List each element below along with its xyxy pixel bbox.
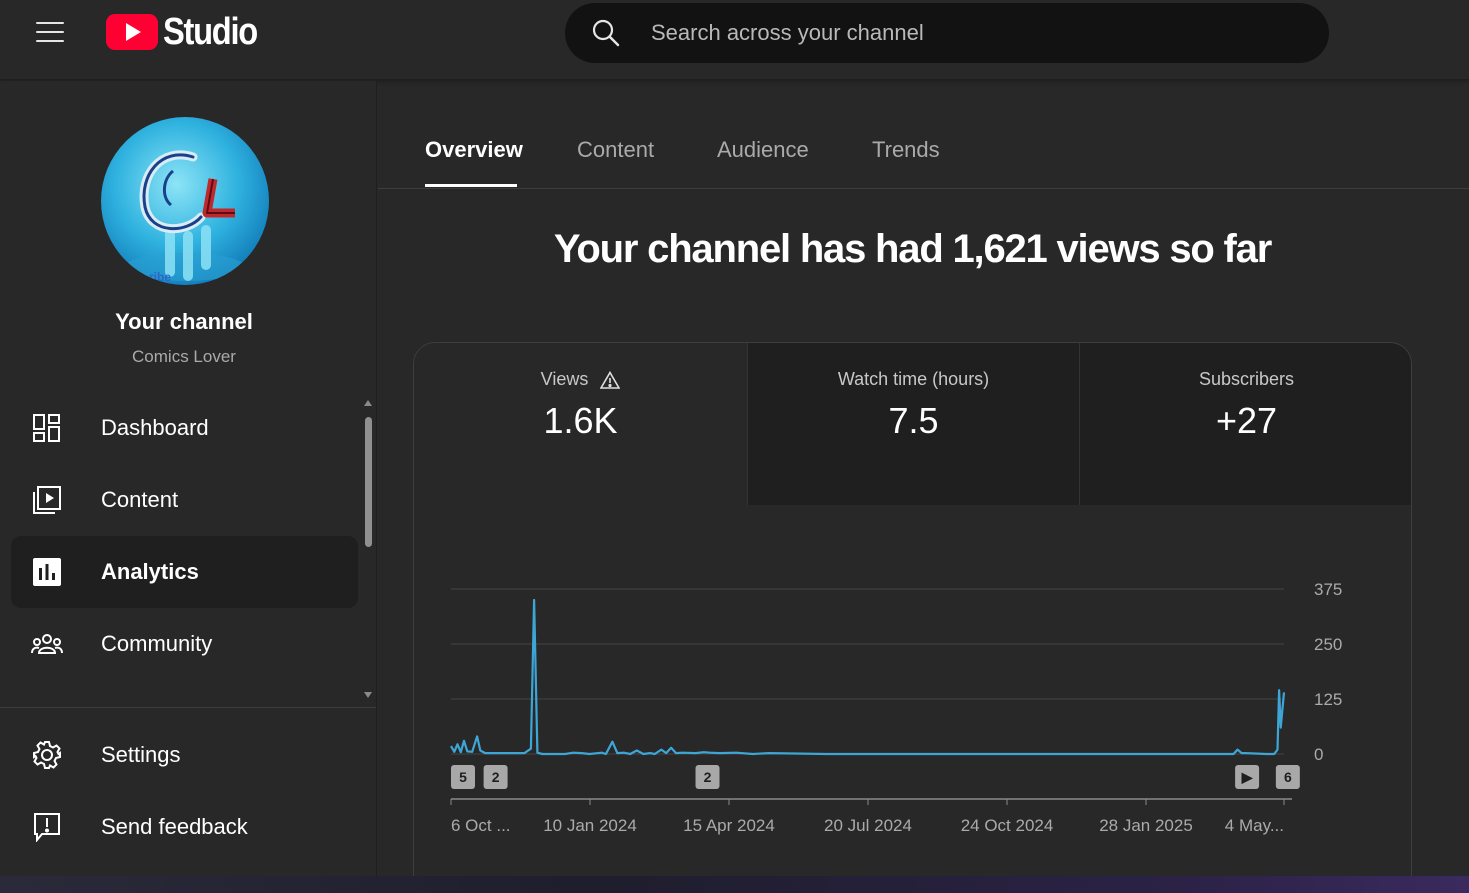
top-bar: Studio [0, 0, 1469, 80]
scroll-up-arrow[interactable] [364, 400, 372, 406]
annotation-marker[interactable]: 2 [483, 765, 508, 789]
sidebar-item-send-feedback[interactable]: Send feedback [11, 791, 358, 863]
gear-icon [31, 739, 63, 771]
analytics-tabs: Overview Content Audience Trends [378, 81, 1469, 189]
search-input[interactable] [651, 20, 1251, 46]
x-tick-label: 20 Jul 2024 [824, 816, 912, 835]
x-tick-label: 4 May... [1225, 816, 1284, 835]
y-tick-label: 250 [1314, 635, 1342, 654]
sidebar: ribe Your channel Comics Lover Dashboard… [0, 81, 377, 876]
tab-content[interactable]: Content [577, 137, 654, 163]
channel-avatar-image: ribe [125, 150, 245, 284]
sidebar-item-settings[interactable]: Settings [11, 719, 358, 791]
views-line-chart[interactable]: 375 250 125 0 5 2 2 ▶ 6 6 Oct ... 10 Jan 2024 15 Ap… [414, 343, 1412, 893]
annotation-marker[interactable]: ▶ [1235, 765, 1260, 789]
taskbar-strip [0, 876, 1469, 893]
scroll-down-arrow[interactable] [364, 692, 372, 698]
y-tick-label: 125 [1314, 690, 1342, 709]
sidebar-item-content[interactable]: Content [11, 464, 358, 536]
channel-title: Your channel [115, 309, 253, 334]
channel-name: Comics Lover [132, 347, 236, 366]
sidebar-item-label: Settings [101, 742, 181, 767]
y-tick-label: 375 [1314, 580, 1342, 599]
youtube-logo-icon [106, 14, 158, 50]
tab-trends[interactable]: Trends [872, 137, 940, 163]
marker-label: 5 [459, 769, 467, 785]
dashboard-icon [31, 412, 63, 444]
channel-avatar[interactable]: ribe [101, 117, 269, 285]
sidebar-item-label: Content [101, 487, 179, 512]
sidebar-item-label: Community [101, 631, 213, 656]
menu-icon[interactable] [32, 20, 68, 44]
sidebar-item-label: Send feedback [101, 814, 248, 839]
sidebar-divider [0, 707, 376, 708]
x-tick-label: 28 Jan 2025 [1099, 816, 1193, 835]
content-icon [31, 484, 63, 516]
marker-label: 2 [492, 769, 500, 785]
overview-card: Views 1.6K Watch time (hours) 7.5 Subscr… [413, 342, 1412, 893]
x-tick-label: 24 Oct 2024 [961, 816, 1054, 835]
feedback-icon [31, 811, 63, 843]
sidebar-item-label: Dashboard [101, 415, 209, 440]
sidebar-item-label: Analytics [101, 559, 199, 584]
analytics-icon [31, 556, 63, 588]
marker-label: 6 [1284, 769, 1292, 785]
avatar-caption: ribe [149, 270, 171, 284]
sidebar-item-community[interactable]: Community [11, 608, 358, 680]
tab-audience[interactable]: Audience [717, 137, 809, 163]
sidebar-item-dashboard[interactable]: Dashboard [11, 392, 358, 464]
x-tick-label: 15 Apr 2024 [683, 816, 775, 835]
annotation-marker[interactable]: 6 [1275, 765, 1300, 789]
marker-label: 2 [704, 769, 712, 785]
sidebar-item-analytics[interactable]: Analytics [11, 536, 358, 608]
studio-logo[interactable]: Studio [106, 10, 272, 53]
search-icon[interactable] [591, 18, 621, 48]
active-tab-indicator [425, 184, 517, 187]
x-tick-label: 10 Jan 2024 [543, 816, 637, 835]
studio-app: Studio ribe Your ch [0, 0, 1469, 893]
studio-wordmark: Studio [163, 10, 258, 53]
y-tick-label: 0 [1314, 745, 1323, 764]
x-tick-label: 6 Oct ... [451, 816, 511, 835]
annotation-marker[interactable]: 2 [695, 765, 720, 789]
annotation-marker[interactable]: 5 [451, 765, 475, 789]
tab-overview[interactable]: Overview [425, 137, 523, 163]
sidebar-scrollbar[interactable] [365, 417, 372, 547]
search-bar[interactable] [565, 3, 1329, 63]
marker-label: ▶ [1241, 769, 1254, 785]
page-headline: Your channel has had 1,621 views so far [553, 227, 1272, 271]
community-icon [31, 628, 63, 660]
views-series-line [450, 598, 1286, 756]
